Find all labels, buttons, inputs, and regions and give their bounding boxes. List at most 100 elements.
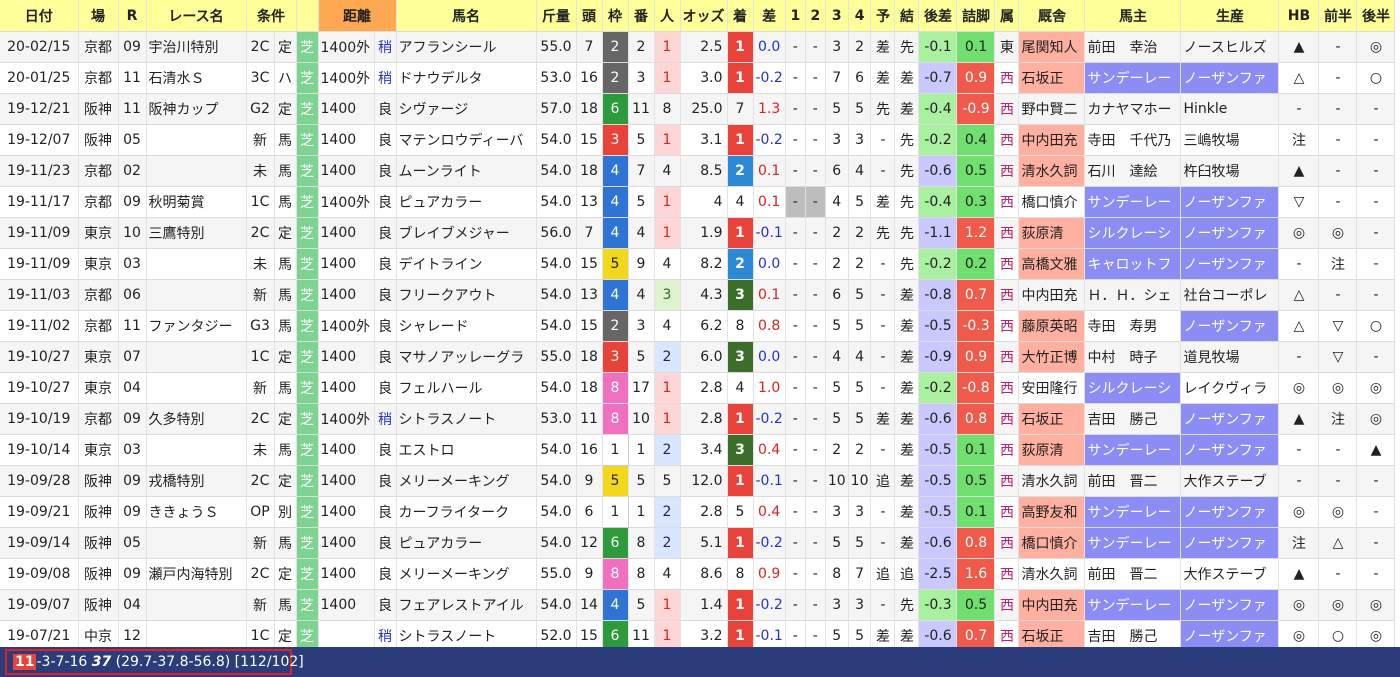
col-horse[interactable]: 馬名 xyxy=(396,0,537,32)
table-row[interactable]: 19-09/14 阪神 05 新馬芝 1400 良ピュアカラー 54.0 12 6 8 2 5.1 1-… xyxy=(0,527,1396,559)
col-breeder[interactable]: 生産 xyxy=(1180,0,1280,32)
col-pop[interactable]: 人 xyxy=(654,0,681,32)
col-first-half[interactable]: 前半 xyxy=(1318,0,1358,32)
col-prediction[interactable]: 予 xyxy=(870,0,896,32)
row-late-diff: -0.5 xyxy=(918,310,958,342)
row-race-name[interactable]: 宇治川特別 xyxy=(146,31,247,63)
table-row[interactable]: 19-11/03 京都 06 新馬芝 1400 良フリークアウト 54.0 13 4 4 3 4.3 3… xyxy=(0,279,1396,311)
row-horse-name[interactable]: ピュアカラー xyxy=(396,527,537,559)
row-race-name[interactable]: 三鷹特別 xyxy=(146,217,247,249)
table-row[interactable]: 19-11/09 東京 03 未馬芝 1400 良デイトライン 54.0 15 5 9 4 8.2 2 0… xyxy=(0,248,1396,280)
row-distance: 1400外 xyxy=(318,403,375,435)
row-race-name[interactable] xyxy=(146,279,247,311)
row-race-name[interactable]: 戎橋特別 xyxy=(146,465,247,497)
col-finish[interactable]: 着 xyxy=(727,0,754,32)
row-horse-name[interactable]: デイトライン xyxy=(396,248,537,280)
row-horse-name[interactable]: シヴァージ xyxy=(396,93,537,125)
col-weight[interactable]: 斤量 xyxy=(536,0,577,32)
col-distance[interactable]: 距離 xyxy=(318,0,397,32)
col-odds[interactable]: オッズ xyxy=(680,0,728,32)
col-corner1[interactable]: 1 xyxy=(785,0,806,32)
col-hb[interactable]: HB xyxy=(1278,0,1320,32)
row-race-name[interactable]: ききょうＳ xyxy=(146,496,247,528)
row-horse-name[interactable]: ドナウデルタ xyxy=(396,62,537,94)
table-row[interactable]: 19-09/08 阪神 09 瀬戸内海特別 2C 定芝 1400 良メリーメーキング 55.0 9… xyxy=(0,558,1396,590)
col-agari[interactable]: 詰脚 xyxy=(956,0,996,32)
row-horse-name[interactable]: フェアレストアイル xyxy=(396,589,537,621)
row-race-name[interactable] xyxy=(146,372,247,404)
col-corner2[interactable]: 2 xyxy=(805,0,826,32)
row-horse-name[interactable]: メリーメーキング xyxy=(396,465,537,497)
col-late-diff[interactable]: 後差 xyxy=(918,0,958,32)
row-race-name[interactable] xyxy=(146,434,247,466)
row-race-name[interactable] xyxy=(146,341,247,373)
row-horse-name[interactable]: フェルハール xyxy=(396,372,537,404)
col-race-no[interactable]: R xyxy=(118,0,147,32)
row-corner4: 4 xyxy=(848,155,872,187)
row-agari: 0.1 xyxy=(956,434,996,466)
row-race-name[interactable] xyxy=(146,248,247,280)
col-corner3[interactable]: 3 xyxy=(825,0,849,32)
row-race-name[interactable]: 久多特別 xyxy=(146,403,247,435)
row-distance: 1400外 xyxy=(318,31,375,63)
col-num[interactable]: 番 xyxy=(628,0,655,32)
col-owner[interactable]: 馬主 xyxy=(1084,0,1182,32)
table-row[interactable]: 20-02/15 京都 09 宇治川特別 2C 定芝 1400外稍アフランシール 55.0 7 2… xyxy=(0,31,1396,63)
row-kind: 定 xyxy=(274,93,297,125)
col-condition[interactable]: 条件 xyxy=(246,0,297,32)
col-corner4[interactable]: 4 xyxy=(848,0,872,32)
col-diff[interactable]: 差 xyxy=(753,0,786,32)
row-second-half: ◎ xyxy=(1356,589,1396,621)
row-horse-name[interactable]: ピュアカラー xyxy=(396,186,537,218)
col-heads[interactable]: 頭 xyxy=(576,0,603,32)
table-row[interactable]: 19-12/21 阪神 11 阪神カップ G2 定芝 1400 良シヴァージ 57.0 18 6 11… xyxy=(0,93,1396,125)
row-horse-name[interactable]: マテンロウディーバ xyxy=(396,124,537,156)
table-row[interactable]: 19-12/07 阪神 05 新馬芝 1400 良マテンロウディーバ 54.0 15 3 5 1 3.… xyxy=(0,124,1396,156)
row-race-name[interactable] xyxy=(146,124,247,156)
row-horse-name[interactable]: ブレイブメジャー xyxy=(396,217,537,249)
table-row[interactable]: 19-11/09 東京 10 三鷹特別 2C 定芝 1400 良ブレイブメジャー 56.0 7 4 4… xyxy=(0,217,1396,249)
table-row[interactable]: 19-10/14 東京 03 未馬芝 1400 良エストロ 54.0 16 1 1 2 3.4 3 0.4… xyxy=(0,434,1396,466)
col-stable[interactable]: 厩舎 xyxy=(1018,0,1086,32)
row-race-name[interactable]: 瀬戸内海特別 xyxy=(146,558,247,590)
row-agari: 0.8 xyxy=(956,403,996,435)
table-row[interactable]: 19-11/02 京都 11 ファンタジー G3 馬芝 1400外良シャレード 54.0 15 2… xyxy=(0,310,1396,342)
table-row[interactable]: 19-10/19 京都 09 久多特別 2C 定芝 1400外稍シトラスノート 53.0 11 8… xyxy=(0,403,1396,435)
row-horse-name[interactable]: シトラスノート xyxy=(396,403,537,435)
row-horse-name[interactable]: フリークアウト xyxy=(396,279,537,311)
row-horse-name[interactable]: ムーンライト xyxy=(396,155,537,187)
row-race-name[interactable]: 石清水Ｓ xyxy=(146,62,247,94)
col-race-name[interactable]: レース名 xyxy=(146,0,247,32)
col-result[interactable]: 結 xyxy=(894,0,920,32)
table-row[interactable]: 20-01/25 京都 11 石清水Ｓ 3C ハ芝 1400外稍ドナウデルタ 53.0 16 2 3… xyxy=(0,62,1396,94)
row-race-name[interactable] xyxy=(146,155,247,187)
col-date[interactable]: 日付 xyxy=(0,0,79,32)
row-late-diff: -0.7 xyxy=(918,62,958,94)
table-row[interactable]: 19-09/21 阪神 09 ききょうＳ OP 別芝 1400 良カーフライターク 54.0 6 1… xyxy=(0,496,1396,528)
row-stable: 荻原清 xyxy=(1018,434,1086,466)
lap-sequence: -3-7-16 xyxy=(36,654,92,670)
row-horse-name[interactable]: メリーメーキング xyxy=(396,558,537,590)
table-row[interactable]: 19-11/17 京都 09 秋明菊賞 1C 馬芝 1400外良ピュアカラー 54.0 13 4 5… xyxy=(0,186,1396,218)
row-hb: 注 xyxy=(1278,527,1320,559)
row-horse-name[interactable]: エストロ xyxy=(396,434,537,466)
row-weight: 54.0 xyxy=(536,155,577,187)
row-race-name[interactable] xyxy=(146,527,247,559)
table-row[interactable]: 19-11/23 京都 02 未馬芝 1400 良ムーンライト 54.0 18 4 7 4 8.5 2 0… xyxy=(0,155,1396,187)
table-row[interactable]: 19-09/28 阪神 09 戎橋特別 2C 定芝 1400 良メリーメーキング 54.0 9 5 5… xyxy=(0,465,1396,497)
row-horse-name[interactable]: アフランシール xyxy=(396,31,537,63)
row-race-name[interactable]: ファンタジー xyxy=(146,310,247,342)
col-place[interactable]: 場 xyxy=(78,0,119,32)
row-race-name[interactable]: 秋明菊賞 xyxy=(146,186,247,218)
table-row[interactable]: 19-10/27 東京 07 1C 定芝 1400 良マサノアッレーグラ 55.0 18 3 5 2 6… xyxy=(0,341,1396,373)
table-row[interactable]: 19-09/07 阪神 04 新馬芝 1400 良フェアレストアイル 54.0 14 4 5 1 1.… xyxy=(0,589,1396,621)
row-race-name[interactable] xyxy=(146,589,247,621)
row-horse-name[interactable]: シャレード xyxy=(396,310,537,342)
row-horse-name[interactable]: カーフライターク xyxy=(396,496,537,528)
table-row[interactable]: 19-10/27 東京 04 新馬芝 1400 良フェルハール 54.0 18 8 17 1 2.8 4… xyxy=(0,372,1396,404)
col-frame[interactable]: 枠 xyxy=(602,0,629,32)
row-horse-name[interactable]: マサノアッレーグラ xyxy=(396,341,537,373)
col-second-half[interactable]: 後半 xyxy=(1356,0,1396,32)
row-race-name[interactable]: 阪神カップ xyxy=(146,93,247,125)
col-belong[interactable]: 属 xyxy=(994,0,1020,32)
